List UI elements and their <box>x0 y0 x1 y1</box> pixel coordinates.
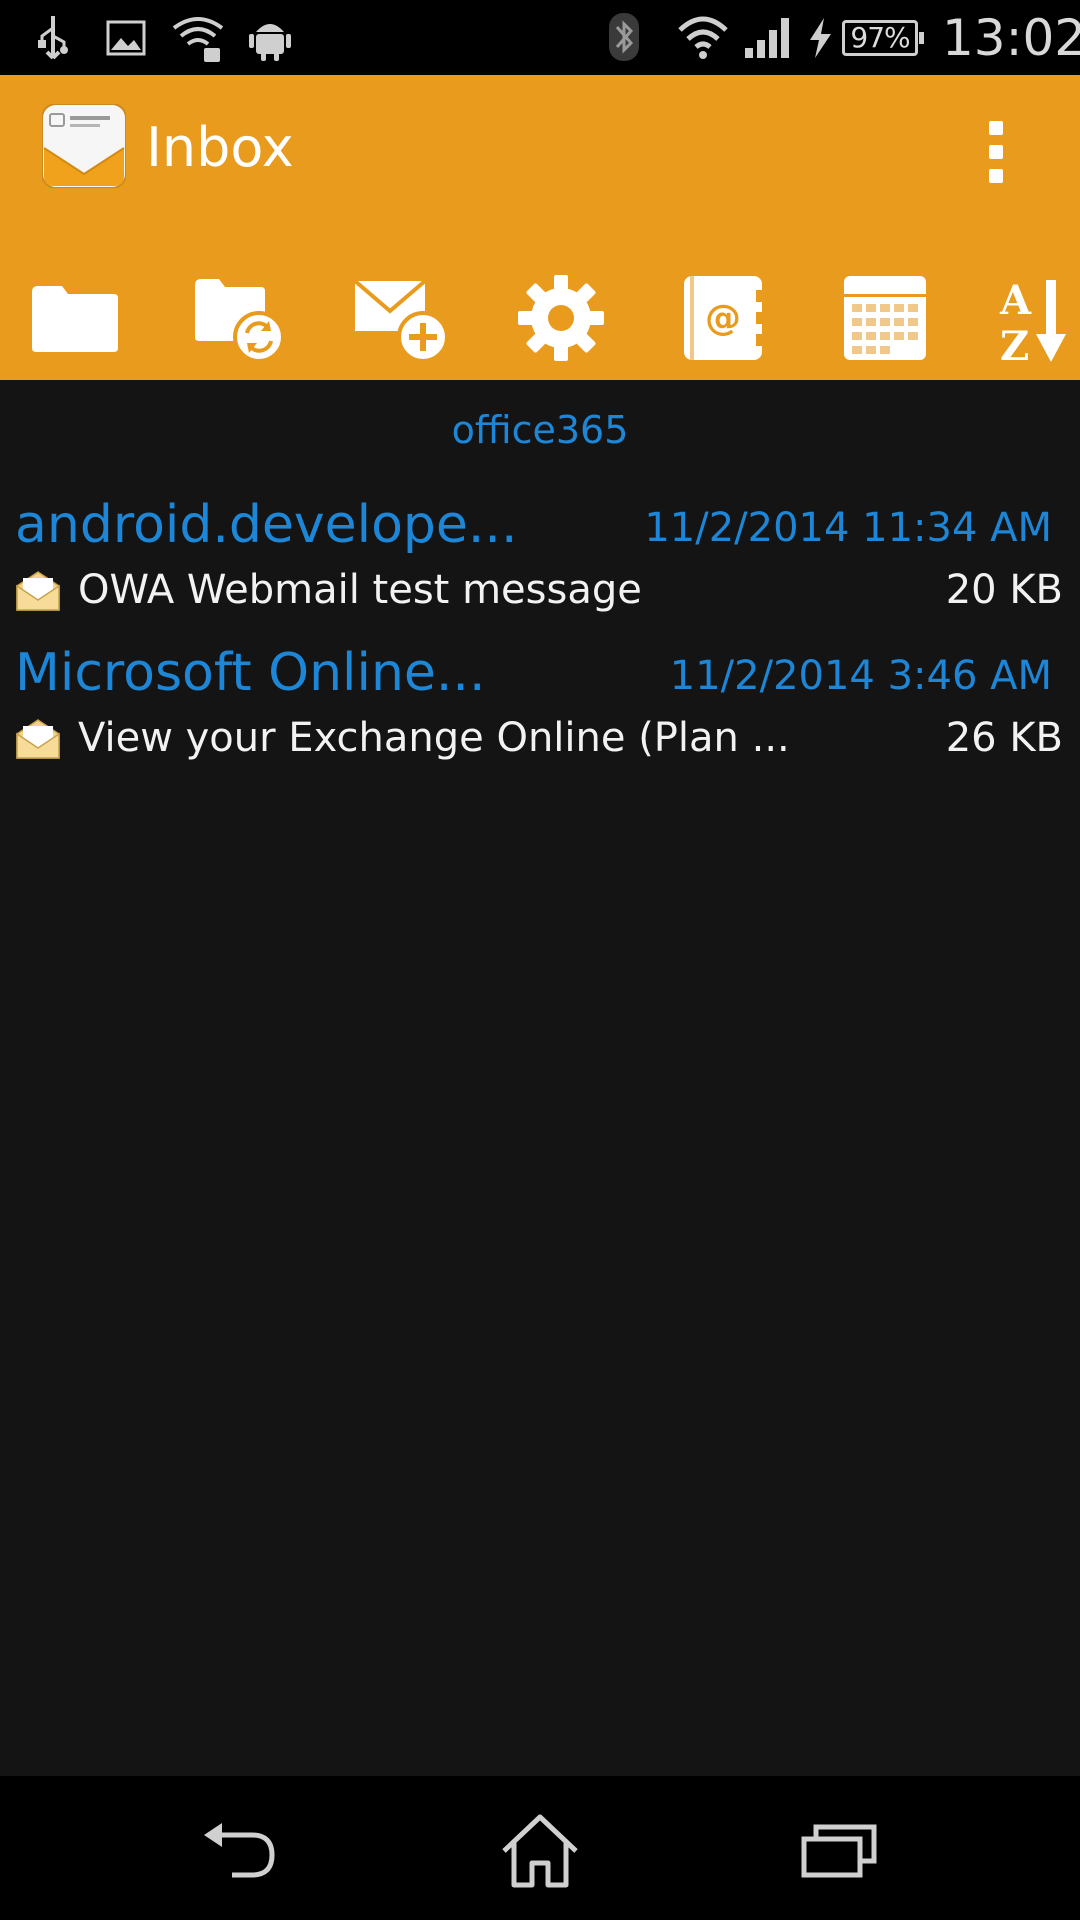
folder-button[interactable] <box>20 255 130 380</box>
android-icon <box>249 24 291 61</box>
calendar-button[interactable] <box>830 255 940 380</box>
bluetooth-icon <box>609 13 639 61</box>
open-envelope-icon <box>16 719 60 759</box>
status-bar: 97% 13:02 <box>0 0 1080 75</box>
usb-icon <box>38 16 68 60</box>
home-icon <box>502 1814 578 1888</box>
image-icon <box>106 20 146 56</box>
page-title: Inbox <box>146 116 294 179</box>
message-size: 20 KB <box>945 567 1063 613</box>
mail-app-logo[interactable] <box>42 104 126 188</box>
message-date: 11/2/2014 11:34 AM <box>644 505 1052 551</box>
recent-apps-button[interactable] <box>790 1806 890 1896</box>
wifi-data-icon <box>172 17 224 62</box>
settings-button[interactable] <box>506 255 616 380</box>
navigation-bar <box>0 1776 1080 1920</box>
compose-mail-icon <box>353 278 449 363</box>
message-row[interactable]: android.develope... 11/2/2014 11:34 AM O… <box>0 490 1080 630</box>
sync-folder-icon <box>195 278 285 363</box>
contacts-icon: @ <box>684 275 764 360</box>
calendar-icon <box>844 275 926 360</box>
sort-az-icon: A Z <box>999 277 1066 364</box>
message-sender: android.develope... <box>15 495 518 555</box>
status-time: 13:02 <box>942 9 1080 67</box>
back-button[interactable] <box>192 1806 292 1896</box>
wifi-icon <box>678 16 728 59</box>
recent-apps-icon <box>801 1824 877 1878</box>
signal-icon <box>745 18 789 58</box>
app-bar: Inbox @ A Z <box>0 75 1080 380</box>
back-icon <box>204 1823 275 1878</box>
account-label[interactable]: office365 <box>0 400 1080 460</box>
folder-icon <box>32 285 118 352</box>
message-date: 11/2/2014 3:46 AM <box>669 653 1052 699</box>
message-row[interactable]: Microsoft Online... 11/2/2014 3:46 AM Vi… <box>0 638 1080 778</box>
compose-button[interactable] <box>344 255 454 380</box>
open-envelope-icon <box>16 571 60 611</box>
message-sender: Microsoft Online... <box>15 643 486 703</box>
sync-folder-button[interactable] <box>182 255 292 380</box>
svg-text:Z: Z <box>1000 323 1029 364</box>
charging-icon <box>810 18 831 58</box>
svg-text:A: A <box>999 277 1032 324</box>
settings-gear-icon <box>518 274 604 361</box>
message-subject: OWA Webmail test message <box>78 567 642 613</box>
message-subject: View your Exchange Online (Plan ... <box>78 715 790 761</box>
message-size: 26 KB <box>945 715 1063 761</box>
home-button[interactable] <box>490 1806 590 1896</box>
contacts-button[interactable]: @ <box>668 255 778 380</box>
toolbar: @ A Z <box>0 255 1080 380</box>
svg-text:@: @ <box>705 298 741 339</box>
battery-indicator: 97% <box>842 20 924 56</box>
sort-button[interactable]: A Z <box>990 255 1080 380</box>
overflow-menu-icon[interactable] <box>970 105 1020 195</box>
